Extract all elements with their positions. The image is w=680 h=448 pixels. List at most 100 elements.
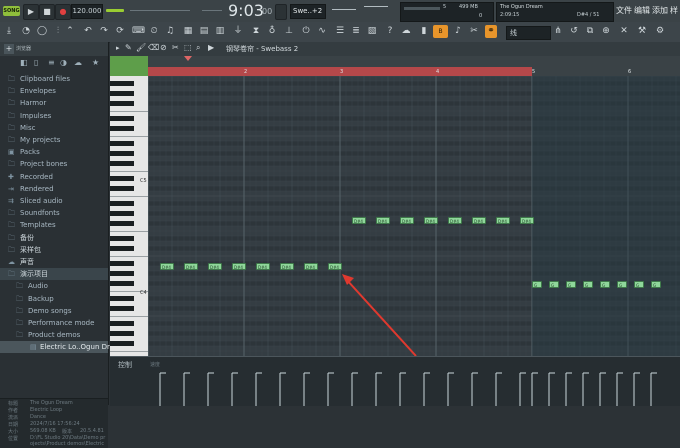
help-icon[interactable]: ?: [384, 25, 396, 38]
tools-icon[interactable]: ⚒: [636, 25, 648, 38]
x-icon[interactable]: ✕: [618, 25, 630, 38]
slice-tool-icon[interactable]: ✂: [172, 43, 179, 52]
browser-item[interactable]: 🗀 Performance mode: [0, 317, 108, 329]
sliders-icon[interactable]: ≡: [48, 58, 55, 67]
zoom-icon[interactable]: ⊕: [600, 25, 612, 38]
browser-item[interactable]: 🗀 Product demos: [0, 329, 108, 341]
plugin-icon[interactable]: ⏚: [232, 25, 244, 38]
knob-icon[interactable]: ◯: [36, 25, 48, 38]
magnet-icon[interactable]: ⋔: [552, 25, 564, 38]
files-icon[interactable]: ▯: [34, 58, 38, 67]
browser-item[interactable]: 🗀 Backup: [0, 293, 108, 305]
mic-icon[interactable]: ♁: [266, 25, 278, 38]
black-key[interactable]: [110, 151, 134, 156]
note-icon[interactable]: ♪: [452, 25, 464, 38]
black-key[interactable]: [110, 306, 134, 311]
draw-tool-icon[interactable]: ✎: [125, 43, 132, 52]
piano-roll-icon[interactable]: ▮: [418, 25, 430, 38]
browser-item[interactable]: ✚ Recorded: [0, 171, 108, 183]
menu-add[interactable]: 添加: [652, 5, 668, 16]
step-edit-buttons[interactable]: [330, 4, 390, 18]
delete-tool-icon[interactable]: ⌫: [148, 43, 159, 52]
browser-item[interactable]: ⇉ Sliced audio: [0, 195, 108, 207]
undo-icon[interactable]: ↶: [82, 25, 94, 38]
settings-icon[interactable]: ⚙: [654, 25, 666, 38]
controller-label[interactable]: 控制: [118, 360, 132, 370]
browser-item[interactable]: 🗀 My projects: [0, 134, 108, 146]
black-key[interactable]: [110, 281, 134, 286]
browser-toggle-icon[interactable]: B: [433, 25, 448, 38]
paint-tool-icon[interactable]: 🖌: [136, 43, 146, 52]
piano-roll-corner[interactable]: [110, 56, 148, 76]
metronome-toggle[interactable]: [106, 7, 124, 14]
browser-item[interactable]: 🗀 Clipboard files: [0, 73, 108, 85]
black-key[interactable]: [110, 211, 134, 216]
black-key[interactable]: [110, 321, 134, 326]
channel-rack-icon[interactable]: ≣: [350, 25, 362, 38]
time-format-toggle[interactable]: [275, 4, 287, 20]
black-key[interactable]: [110, 261, 134, 266]
arrow-up-icon[interactable]: ⌃: [64, 25, 76, 38]
browser-item[interactable]: 🗀 Demo songs: [0, 305, 108, 317]
browser-item[interactable]: 🗀 Templates: [0, 219, 108, 231]
link-icon[interactable]: ⚭: [485, 25, 497, 38]
scissors-icon[interactable]: ✂: [468, 25, 480, 38]
view-icon[interactable]: ⧉: [584, 25, 596, 38]
all-icon[interactable]: ◧: [20, 58, 28, 67]
black-key[interactable]: [110, 91, 134, 96]
stop-button[interactable]: ■: [39, 4, 55, 20]
browser-item[interactable]: 🗀 Audio: [0, 280, 108, 292]
browser-item[interactable]: 🗀 Soundfonts: [0, 207, 108, 219]
zoom-tool-icon[interactable]: ⌕: [196, 43, 200, 53]
browser-item[interactable]: 🗀 Misc: [0, 122, 108, 134]
cloud-browser-icon[interactable]: ☁: [74, 58, 82, 67]
song-mode-badge[interactable]: SONG: [3, 6, 20, 16]
black-key[interactable]: [110, 341, 134, 346]
menu-edit[interactable]: 编辑: [634, 5, 650, 16]
note-grid[interactable]: D#4 D#4 D#4 D#4 D#4 D#4 D#4 D#4 D#4 D#4 D#4 D#4 D#4 D…: [148, 76, 680, 356]
fader-icon[interactable]: ⫶: [52, 25, 64, 38]
step-seq-icon[interactable]: ▤: [198, 25, 210, 38]
browser-item[interactable]: ⇥ Rendered: [0, 183, 108, 195]
black-key[interactable]: [110, 236, 134, 241]
black-key[interactable]: [110, 271, 134, 276]
playlist-icon[interactable]: ▧: [366, 25, 378, 38]
play-button[interactable]: ▶: [23, 4, 39, 20]
black-key[interactable]: [110, 81, 134, 86]
browser-item[interactable]: ▣ Packs: [0, 146, 108, 158]
black-key[interactable]: [110, 161, 134, 166]
black-key[interactable]: [110, 331, 134, 336]
redo-icon[interactable]: ↷: [98, 25, 110, 38]
piano-keyboard[interactable]: [110, 76, 148, 356]
pattern-icon[interactable]: ▥: [214, 25, 226, 38]
black-key[interactable]: [110, 101, 134, 106]
master-volume-slider[interactable]: [202, 10, 222, 11]
arrow-right-icon[interactable]: ▸: [116, 44, 120, 52]
select-tool-icon[interactable]: ⬚: [184, 43, 192, 52]
black-key[interactable]: [110, 126, 134, 131]
black-key[interactable]: [110, 201, 134, 206]
event-controller-lane[interactable]: [110, 356, 680, 406]
browser-item[interactable]: 🗀 演示项目: [0, 268, 108, 281]
browser-item[interactable]: 🗀 Harmor: [0, 97, 108, 109]
browser-item[interactable]: 🗀 Envelopes: [0, 85, 108, 97]
plugins-icon[interactable]: ◑: [60, 58, 67, 67]
browser-item[interactable]: ▤ Electric Lo..Ogun Dream: [0, 341, 125, 354]
black-key[interactable]: [110, 221, 134, 226]
menu-file[interactable]: 文件: [616, 5, 632, 16]
download-icon[interactable]: ⤓: [3, 25, 15, 38]
black-key[interactable]: [110, 141, 134, 146]
waveform-icon[interactable]: ∿: [316, 25, 328, 38]
browser-item[interactable]: 🗀 采样包: [0, 244, 108, 256]
black-key[interactable]: [110, 296, 134, 301]
snap-select[interactable]: 线: [506, 26, 551, 40]
power-icon[interactable]: ⏻: [300, 25, 312, 38]
pattern-selector[interactable]: Swe..+2: [290, 4, 326, 19]
add-icon[interactable]: +: [4, 44, 14, 54]
black-key[interactable]: [110, 186, 134, 191]
browser-item[interactable]: 🗀 Project bones: [0, 158, 108, 170]
wait-input-icon[interactable]: ⧗: [250, 25, 262, 38]
master-pitch-slider[interactable]: [130, 10, 190, 11]
browser-item[interactable]: 🗀 备份: [0, 232, 108, 244]
playhead-marker[interactable]: [184, 56, 192, 61]
